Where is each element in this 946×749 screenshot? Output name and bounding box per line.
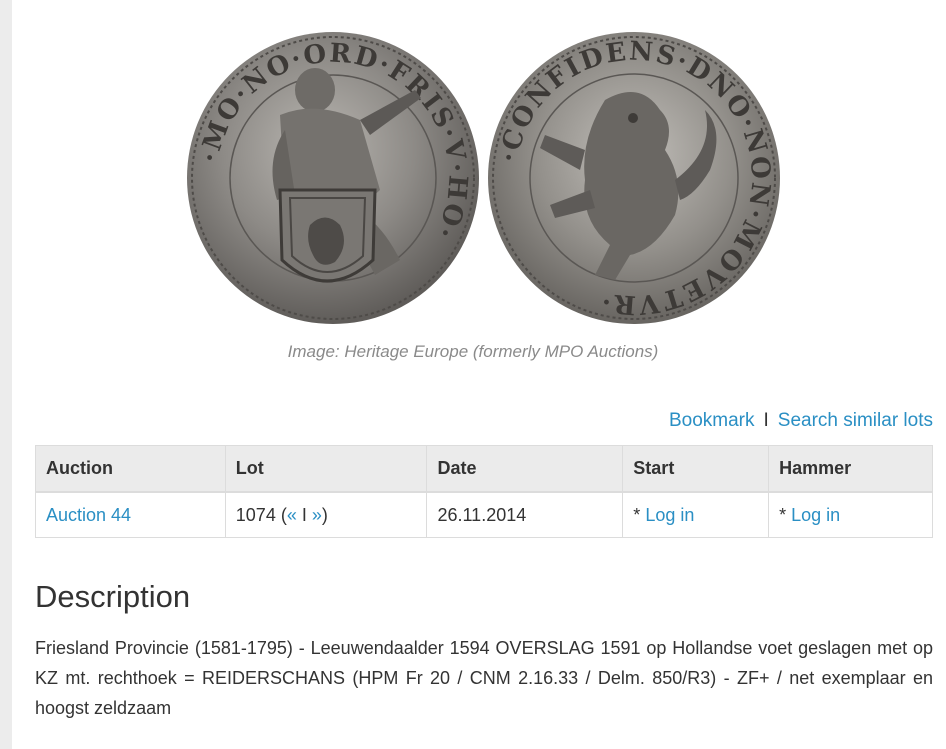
hammer-login-link[interactable]: Log in bbox=[791, 505, 840, 525]
coin-photo: ·MO·NO·ORD·FRIS·V·HO· ·CONFIDENS·DNO·NON… bbox=[187, 32, 780, 324]
coin-image[interactable]: ·MO·NO·ORD·FRIS·V·HO· ·CONFIDENS·DNO·NON… bbox=[185, 30, 785, 325]
lot-nav-separator: I bbox=[296, 504, 312, 525]
lot-nav-open: ( bbox=[275, 504, 287, 525]
lot-nav-close: ) bbox=[321, 504, 328, 525]
search-similar-lots-link[interactable]: Search similar lots bbox=[778, 410, 933, 431]
column-header-date: Date bbox=[426, 445, 624, 493]
lot-number: 1074 bbox=[235, 504, 276, 525]
start-login-link[interactable]: Log in bbox=[645, 505, 694, 525]
image-caption: Image: Heritage Europe (formerly MPO Auc… bbox=[287, 342, 659, 361]
start-cell: * Log in bbox=[622, 491, 770, 538]
column-header-lot: Lot bbox=[224, 445, 428, 493]
description-title: Description bbox=[35, 579, 191, 614]
obverse-coin: ·MO·NO·ORD·FRIS·V·HO· bbox=[187, 32, 479, 324]
table-header-row: Auction Lot Date Start Hammer bbox=[35, 445, 933, 493]
next-lot-link[interactable]: » bbox=[312, 505, 322, 525]
lot-actions: Bookmark I Search similar lots bbox=[669, 410, 933, 432]
auction-cell: Auction 44 bbox=[35, 491, 226, 538]
table-row: Auction 44 1074 (« I ») 26.11.2014 * Log… bbox=[35, 491, 933, 538]
reverse-coin: ·CONFIDENS·DNO·NON·MOVETVR· bbox=[488, 32, 780, 324]
column-header-auction: Auction bbox=[35, 445, 226, 493]
description-text: Friesland Provincie (1581-1795) - Leeuwe… bbox=[35, 638, 933, 718]
lot-info-table: Auction Lot Date Start Hammer Auction 44… bbox=[35, 445, 933, 538]
hammer-cell: * Log in bbox=[768, 491, 933, 538]
column-header-hammer: Hammer bbox=[768, 445, 933, 493]
start-prefix: * bbox=[633, 504, 646, 525]
hammer-prefix: * bbox=[779, 504, 792, 525]
column-header-start: Start bbox=[622, 445, 770, 493]
previous-lot-link[interactable]: « bbox=[287, 505, 297, 525]
bookmark-link[interactable]: Bookmark bbox=[669, 410, 755, 431]
left-rail bbox=[0, 0, 12, 749]
date-cell: 26.11.2014 bbox=[426, 491, 624, 538]
lot-cell: 1074 (« I ») bbox=[224, 491, 428, 538]
auction-link[interactable]: Auction 44 bbox=[46, 505, 131, 525]
actions-separator: I bbox=[763, 410, 769, 431]
